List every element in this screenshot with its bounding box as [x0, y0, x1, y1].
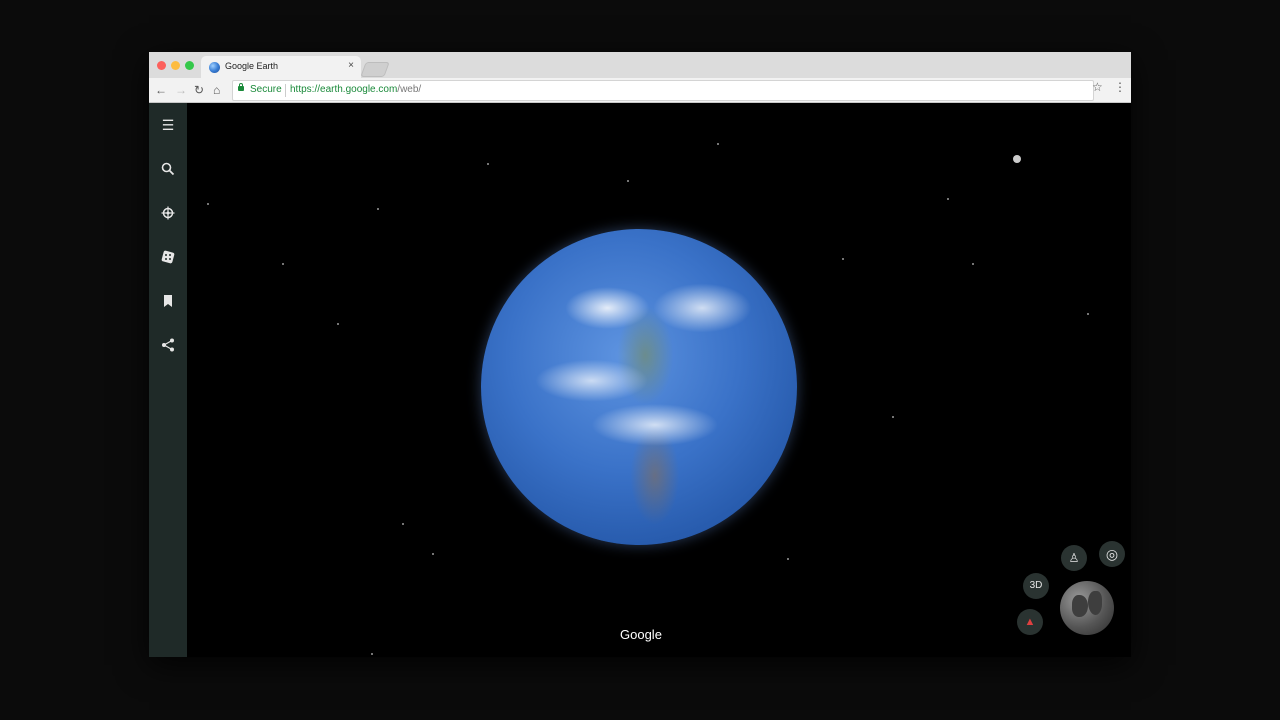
star	[717, 143, 719, 145]
url-host: https://earth.google.com	[290, 84, 398, 95]
star	[432, 553, 434, 555]
address-bar[interactable]: Secure https://earth.google.com/web/	[232, 80, 1094, 101]
url-path: /web/	[397, 84, 422, 95]
lock-icon	[238, 83, 244, 91]
url-text: https://earth.google.com/web/	[290, 84, 421, 95]
star	[1087, 313, 1089, 315]
my-location-icon[interactable]: ◎	[1099, 541, 1125, 567]
star	[487, 163, 489, 165]
home-icon[interactable]: ⌂	[213, 81, 220, 99]
forward-arrow-icon[interactable]: →	[175, 81, 187, 99]
star	[402, 523, 404, 525]
compass-icon[interactable]: ▲	[1017, 609, 1043, 635]
browser-menu-icon[interactable]: ⋮	[1114, 80, 1126, 94]
tab-close-icon[interactable]: ×	[348, 60, 354, 71]
star	[972, 263, 974, 265]
google-logo: Google	[620, 627, 662, 642]
earth-viewport[interactable]: ☰ Google ♙ ◎ 3D ▲	[149, 103, 1131, 657]
menu-icon[interactable]: ☰	[156, 113, 180, 137]
bookmark-icon[interactable]	[156, 289, 180, 313]
browser-window: Google Earth × ← → ↻ ⌂ Secure https://ea…	[149, 52, 1131, 657]
star	[892, 416, 894, 418]
browser-toolbar: ← → ↻ ⌂ Secure https://earth.google.com/…	[149, 78, 1131, 103]
tab-google-earth[interactable]: Google Earth ×	[201, 56, 361, 78]
new-tab-button[interactable]	[360, 62, 390, 77]
star	[377, 208, 379, 210]
minimap-globe[interactable]	[1060, 581, 1114, 635]
voyager-icon[interactable]	[156, 201, 180, 225]
tab-title: Google Earth	[225, 61, 279, 71]
bookmark-star-icon[interactable]: ☆	[1092, 80, 1103, 94]
star	[947, 198, 949, 200]
star	[627, 180, 629, 182]
star	[282, 263, 284, 265]
search-icon[interactable]	[156, 157, 180, 181]
secure-label: Secure	[250, 84, 282, 95]
close-window-button[interactable]	[157, 61, 166, 70]
earth-sidebar: ☰	[149, 103, 187, 657]
tab-strip: Google Earth ×	[149, 52, 1131, 78]
divider	[285, 84, 286, 97]
share-icon[interactable]	[156, 333, 180, 357]
star	[337, 323, 339, 325]
pegman-icon[interactable]: ♙	[1061, 545, 1087, 571]
minimize-window-button[interactable]	[171, 61, 180, 70]
reload-icon[interactable]: ↻	[194, 81, 204, 99]
star	[842, 258, 844, 260]
star	[371, 653, 373, 655]
feeling-lucky-dice-icon[interactable]	[156, 245, 180, 269]
google-earth-favicon-icon	[209, 62, 220, 73]
earth-globe[interactable]	[481, 229, 797, 545]
maximize-window-button[interactable]	[185, 61, 194, 70]
3d-toggle-button[interactable]: 3D	[1023, 573, 1049, 599]
star	[207, 203, 209, 205]
star	[787, 558, 789, 560]
back-arrow-icon[interactable]: ←	[155, 81, 167, 99]
space-background: Google ♙ ◎ 3D ▲	[187, 103, 1131, 657]
marker-dot	[1013, 155, 1021, 163]
